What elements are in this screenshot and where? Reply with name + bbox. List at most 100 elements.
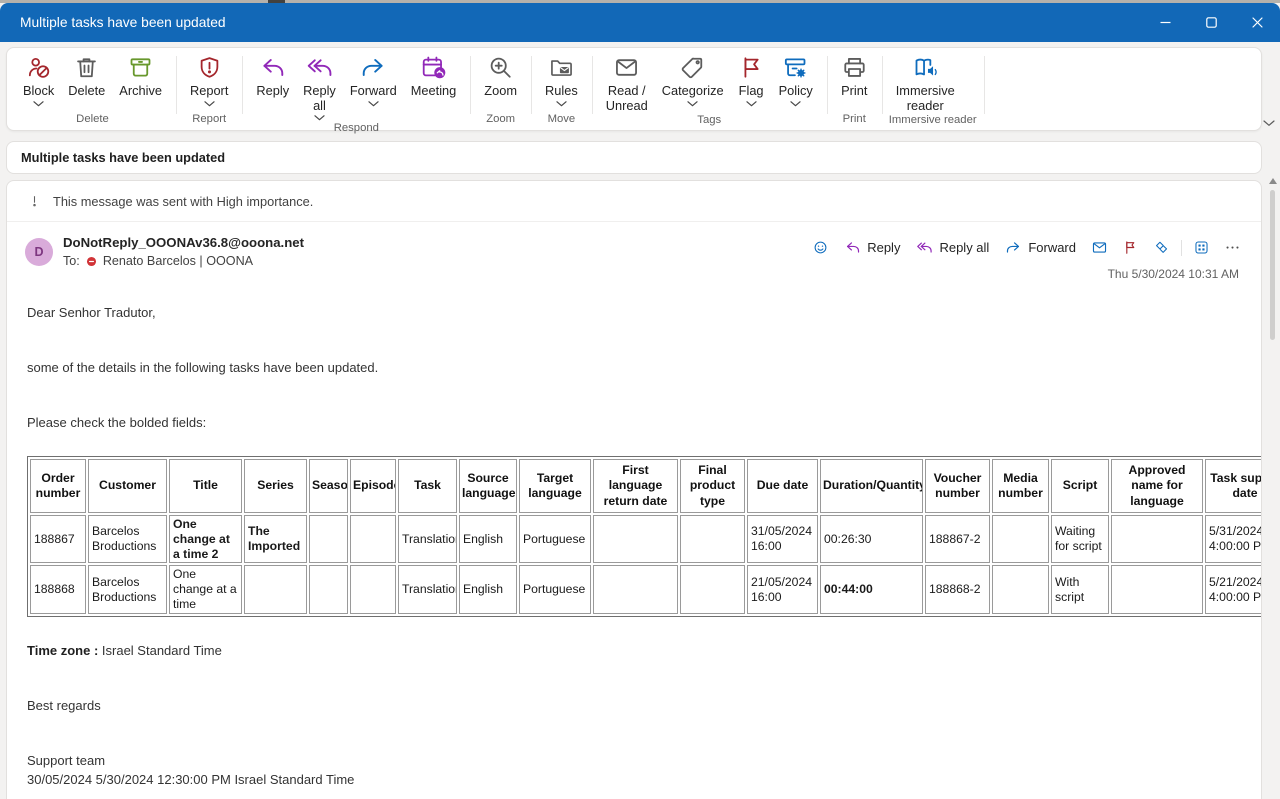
scroll-thumb[interactable] — [1270, 190, 1275, 340]
close-button[interactable] — [1234, 3, 1280, 42]
ribbon-button-label: Delete — [68, 84, 105, 99]
table-row: 188868Barcelos BroductionsOne change at … — [30, 565, 1262, 614]
apps-button[interactable] — [1187, 235, 1216, 260]
outlook-message-window: Multiple tasks have been updated Block De… — [0, 0, 1280, 799]
header-right: Reply Reply all Forward Thu 5/30/2024 10… — [806, 235, 1247, 281]
ribbon-group-move: Rules Move — [531, 49, 592, 129]
ribbon-collapse-button[interactable] — [1263, 120, 1275, 127]
reply-label: Reply — [867, 240, 900, 255]
table-header-cell: Media number — [992, 459, 1049, 513]
scroll-up-arrow-icon[interactable] — [1269, 178, 1277, 184]
window-title: Multiple tasks have been updated — [20, 15, 226, 30]
table-header-cell: Due date — [747, 459, 818, 513]
block-icon — [25, 54, 52, 81]
maximize-icon — [1206, 17, 1217, 28]
message-body: Dear Senhor Tradutor, some of the detail… — [7, 305, 1261, 799]
trash-icon — [73, 54, 100, 81]
ribbon-rules-button[interactable]: Rules — [538, 49, 585, 107]
body-line-2: Please check the bolded fields: — [27, 415, 1241, 430]
table-header-cell: Series — [244, 459, 307, 513]
table-cell — [309, 515, 348, 564]
table-cell: The Imported — [244, 515, 307, 564]
message-card: This message was sent with High importan… — [6, 180, 1262, 799]
recipient-name[interactable]: Renato Barcelos | OOONA — [103, 254, 253, 268]
ribbon-group-label: Delete — [16, 112, 169, 129]
table-header-cell: Customer — [88, 459, 167, 513]
ribbon-button-label: Categorize — [662, 84, 724, 99]
signature-line: Support team — [27, 753, 1241, 768]
sender-email[interactable]: DoNotReply_OOONAv36.8@ooona.net — [63, 235, 304, 250]
ribbon-immersive-reader-button[interactable]: Immersive reader — [889, 49, 962, 113]
avatar[interactable]: D — [25, 238, 53, 266]
ribbon-report-button[interactable]: Report — [183, 49, 235, 107]
table-cell — [992, 565, 1049, 614]
to-line: To: Renato Barcelos | OOONA — [63, 254, 304, 268]
ribbon-print-button[interactable]: Print — [834, 49, 875, 99]
envelope-icon — [1091, 239, 1108, 256]
ribbon-delete-button[interactable]: Delete — [61, 49, 112, 99]
table-cell: 31/05/2024 16:00 — [747, 515, 818, 564]
chevron-down-icon — [204, 101, 215, 107]
table-cell — [992, 515, 1049, 564]
table-cell: Translation — [398, 565, 457, 614]
table-cell — [1111, 515, 1203, 564]
ribbon-group-report: ReportReport — [176, 49, 242, 129]
ribbon-flag-button[interactable]: Flag — [731, 49, 772, 107]
top-strip — [0, 0, 1280, 3]
reply-button[interactable]: Reply — [837, 235, 907, 260]
ribbon-reply-all-button[interactable]: Reply all — [296, 49, 343, 121]
ribbon-block-button[interactable]: Block — [16, 49, 61, 107]
forward-icon — [360, 54, 387, 81]
ribbon-archive-button[interactable]: Archive — [112, 49, 169, 99]
ribbon-button-label: Archive — [119, 84, 162, 99]
timezone-label: Time zone : — [27, 643, 98, 658]
more-actions-button[interactable] — [1218, 235, 1247, 260]
meeting-icon — [420, 54, 447, 81]
flag-message-button[interactable] — [1116, 235, 1145, 260]
forward-button[interactable]: Forward — [998, 235, 1083, 260]
ribbon-button-label: Immersive reader — [896, 84, 955, 113]
table-cell: 00:44:00 — [820, 565, 923, 614]
ribbon-button-label: Report — [190, 84, 228, 99]
ribbon-button-label: Forward — [350, 84, 397, 99]
subject-bar: Multiple tasks have been updated — [6, 141, 1262, 174]
greeting-line: Dear Senhor Tradutor, — [27, 305, 1241, 320]
importance-text: This message was sent with High importan… — [53, 194, 313, 209]
ribbon-group-label: Move — [538, 112, 585, 129]
table-cell: One change at a time — [169, 565, 242, 614]
table-cell: Translation — [398, 515, 457, 564]
emoji-reaction-button[interactable] — [806, 235, 835, 260]
regards-line: Best regards — [27, 698, 1241, 713]
table-header-cell: Final product type — [680, 459, 745, 513]
maximize-button[interactable] — [1188, 3, 1234, 42]
ribbon-button-label: Read / Unread — [606, 84, 648, 113]
table-header-cell: Voucher number — [925, 459, 990, 513]
message-header: D DoNotReply_OOONAv36.8@ooona.net To: Re… — [7, 222, 1261, 289]
ribbon-zoom-button[interactable]: Zoom — [477, 49, 524, 99]
sent-datetime: Thu 5/30/2024 10:31 AM — [1108, 267, 1247, 281]
tags-button[interactable] — [1147, 235, 1176, 260]
mark-unread-button[interactable] — [1085, 235, 1114, 260]
reply-all-button[interactable]: Reply all — [909, 235, 996, 260]
table-cell: 5/31/2024 4:00:00 PM — [1205, 515, 1262, 564]
chevron-down-icon — [746, 101, 757, 107]
ribbon-group-print: PrintPrint — [827, 49, 882, 129]
forward-icon — [1005, 239, 1022, 256]
table-header-cell: Approved name for language — [1111, 459, 1203, 513]
chevron-down-icon — [687, 101, 698, 107]
ribbon-categorize-button[interactable]: Categorize — [655, 49, 731, 107]
ribbon-policy-button[interactable]: Policy — [772, 49, 820, 107]
ribbon-read-unread-button[interactable]: Read / Unread — [599, 49, 655, 113]
table-cell — [680, 565, 745, 614]
chevron-down-icon — [33, 101, 44, 107]
reply-icon — [844, 239, 861, 256]
scrollbar[interactable] — [1266, 174, 1279, 799]
minimize-button[interactable] — [1142, 3, 1188, 42]
table-header-cell: First language return date — [593, 459, 678, 513]
ribbon-reply-button[interactable]: Reply — [249, 49, 296, 99]
title-bar: Multiple tasks have been updated — [0, 3, 1280, 42]
ribbon-forward-button[interactable]: Forward — [343, 49, 404, 107]
ribbon-meeting-button[interactable]: Meeting — [404, 49, 464, 99]
table-cell: English — [459, 565, 517, 614]
table-cell — [350, 565, 396, 614]
